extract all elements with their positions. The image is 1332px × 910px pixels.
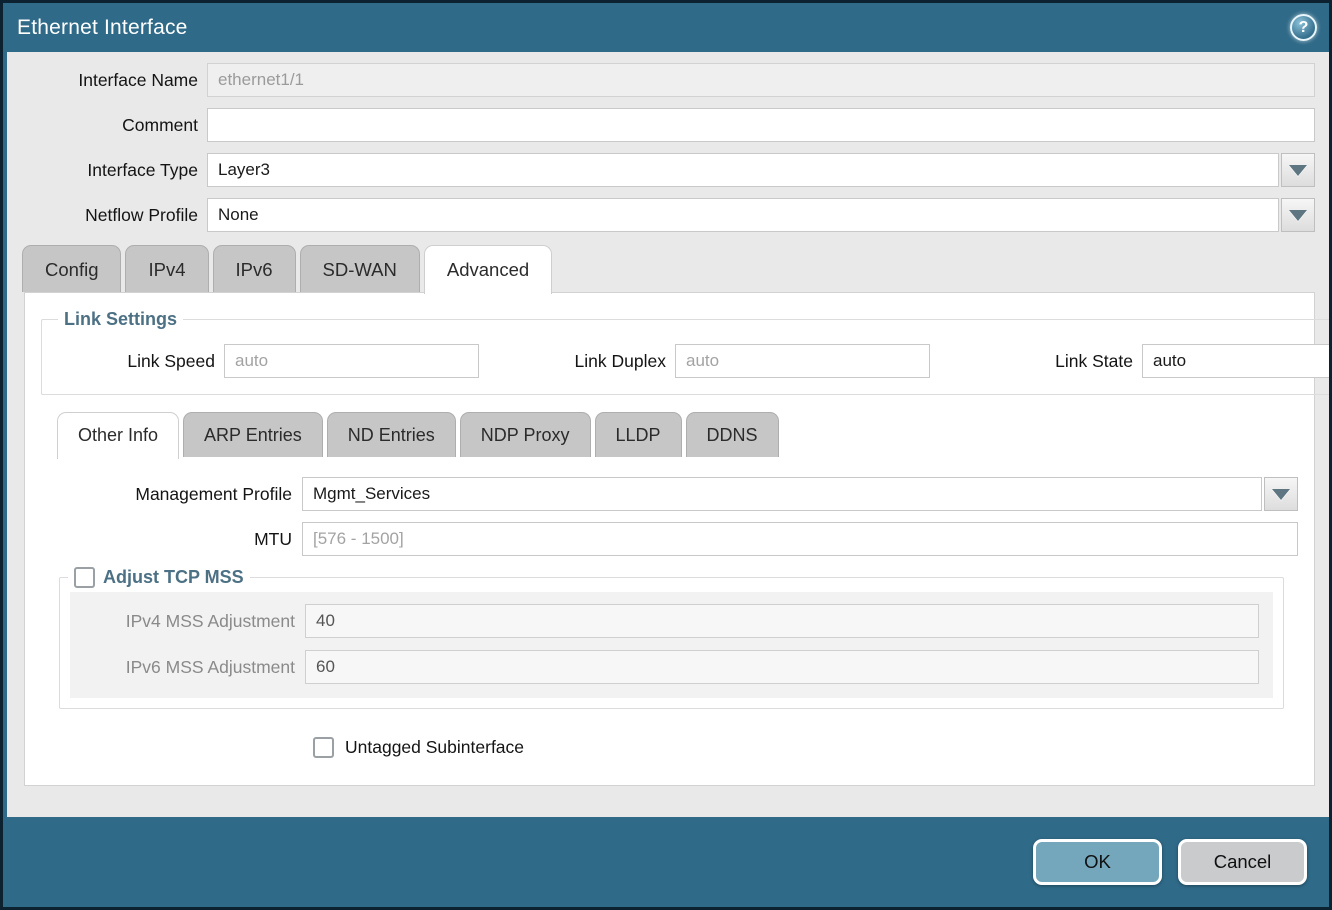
interface-type-dropdown-button[interactable] — [1281, 153, 1315, 187]
link-state-field[interactable] — [1142, 344, 1329, 378]
comment-field[interactable] — [207, 108, 1315, 142]
ipv6-mss-row: IPv6 MSS Adjustment — [70, 650, 1273, 684]
link-settings-fieldset: Link Settings Link Speed Link Duplex Lin… — [41, 309, 1329, 395]
sub-tabbar: Other Info ARP Entries ND Entries NDP Pr… — [57, 412, 1314, 457]
mtu-label: MTU — [25, 529, 302, 550]
help-icon[interactable]: ? — [1290, 14, 1317, 41]
dialog-titlebar: Ethernet Interface ? — [3, 3, 1329, 52]
other-info-panel: Management Profile MTU — [25, 477, 1314, 758]
tab-sdwan[interactable]: SD-WAN — [300, 245, 420, 292]
dialog-title: Ethernet Interface — [17, 16, 188, 40]
ipv6-mss-label: IPv6 MSS Adjustment — [70, 657, 305, 678]
subtab-other-info[interactable]: Other Info — [57, 412, 179, 459]
tab-ipv6[interactable]: IPv6 — [213, 245, 296, 292]
tab-config[interactable]: Config — [22, 245, 121, 292]
chevron-down-icon — [1289, 165, 1307, 176]
main-tabbar: Config IPv4 IPv6 SD-WAN Advanced — [22, 245, 1329, 292]
link-duplex-field[interactable] — [675, 344, 930, 378]
ok-button[interactable]: OK — [1033, 839, 1162, 885]
mtu-field[interactable] — [302, 522, 1298, 556]
comment-label: Comment — [7, 115, 207, 136]
interface-name-field — [207, 63, 1315, 97]
mtu-row: MTU — [25, 522, 1314, 556]
link-settings-row: Link Speed Link Duplex Link State — [50, 344, 1329, 378]
adjust-tcp-mss-legend-text: Adjust TCP MSS — [103, 567, 244, 588]
advanced-tab-panel: Link Settings Link Speed Link Duplex Lin… — [24, 292, 1315, 786]
subtab-lldp[interactable]: LLDP — [595, 412, 682, 457]
management-profile-combo — [302, 477, 1298, 511]
ethernet-interface-dialog: Ethernet Interface ? Interface Name Comm… — [0, 0, 1332, 910]
management-profile-field[interactable] — [302, 477, 1262, 511]
ipv4-mss-field — [305, 604, 1259, 638]
link-speed-label: Link Speed — [50, 351, 224, 372]
interface-type-combo — [207, 153, 1315, 187]
subtab-ndp-proxy[interactable]: NDP Proxy — [460, 412, 591, 457]
tab-advanced[interactable]: Advanced — [424, 245, 552, 294]
subtab-ddns[interactable]: DDNS — [686, 412, 779, 457]
dialog-body: Interface Name Comment Interface Type Ne… — [7, 52, 1329, 817]
ipv4-mss-row: IPv4 MSS Adjustment — [70, 604, 1273, 638]
link-duplex-label: Link Duplex — [525, 351, 675, 372]
comment-row: Comment — [7, 108, 1329, 142]
interface-type-field[interactable] — [207, 153, 1279, 187]
management-profile-label: Management Profile — [25, 484, 302, 505]
chevron-down-icon — [1289, 210, 1307, 221]
mss-disabled-panel: IPv4 MSS Adjustment IPv6 MSS Adjustment — [70, 592, 1273, 698]
link-state-combo — [1142, 344, 1329, 378]
interface-name-label: Interface Name — [7, 70, 207, 91]
management-profile-dropdown-button[interactable] — [1264, 477, 1298, 511]
subtab-nd-entries[interactable]: ND Entries — [327, 412, 456, 457]
ipv6-mss-field — [305, 650, 1259, 684]
untagged-subinterface-row: Untagged Subinterface — [313, 737, 1314, 758]
netflow-profile-label: Netflow Profile — [7, 205, 207, 226]
netflow-profile-row: Netflow Profile — [7, 198, 1329, 232]
chevron-down-icon — [1272, 489, 1290, 500]
link-settings-legend: Link Settings — [58, 309, 183, 330]
link-settings-legend-text: Link Settings — [64, 309, 177, 330]
netflow-profile-combo — [207, 198, 1315, 232]
tab-ipv4[interactable]: IPv4 — [125, 245, 208, 292]
interface-name-row: Interface Name — [7, 63, 1329, 97]
interface-type-label: Interface Type — [7, 160, 207, 181]
untagged-subinterface-checkbox[interactable] — [313, 737, 334, 758]
untagged-subinterface-label: Untagged Subinterface — [345, 737, 524, 758]
adjust-tcp-mss-fieldset: Adjust TCP MSS IPv4 MSS Adjustment IPv6 … — [59, 567, 1284, 709]
netflow-profile-field[interactable] — [207, 198, 1279, 232]
link-speed-field[interactable] — [224, 344, 479, 378]
subtab-arp-entries[interactable]: ARP Entries — [183, 412, 323, 457]
cancel-button[interactable]: Cancel — [1178, 839, 1307, 885]
netflow-profile-dropdown-button[interactable] — [1281, 198, 1315, 232]
interface-type-row: Interface Type — [7, 153, 1329, 187]
adjust-tcp-mss-legend: Adjust TCP MSS — [68, 567, 250, 588]
dialog-footer: OK Cancel — [3, 817, 1329, 907]
adjust-tcp-mss-checkbox[interactable] — [74, 567, 95, 588]
ipv4-mss-label: IPv4 MSS Adjustment — [70, 611, 305, 632]
management-profile-row: Management Profile — [25, 477, 1314, 511]
link-state-label: Link State — [992, 351, 1142, 372]
